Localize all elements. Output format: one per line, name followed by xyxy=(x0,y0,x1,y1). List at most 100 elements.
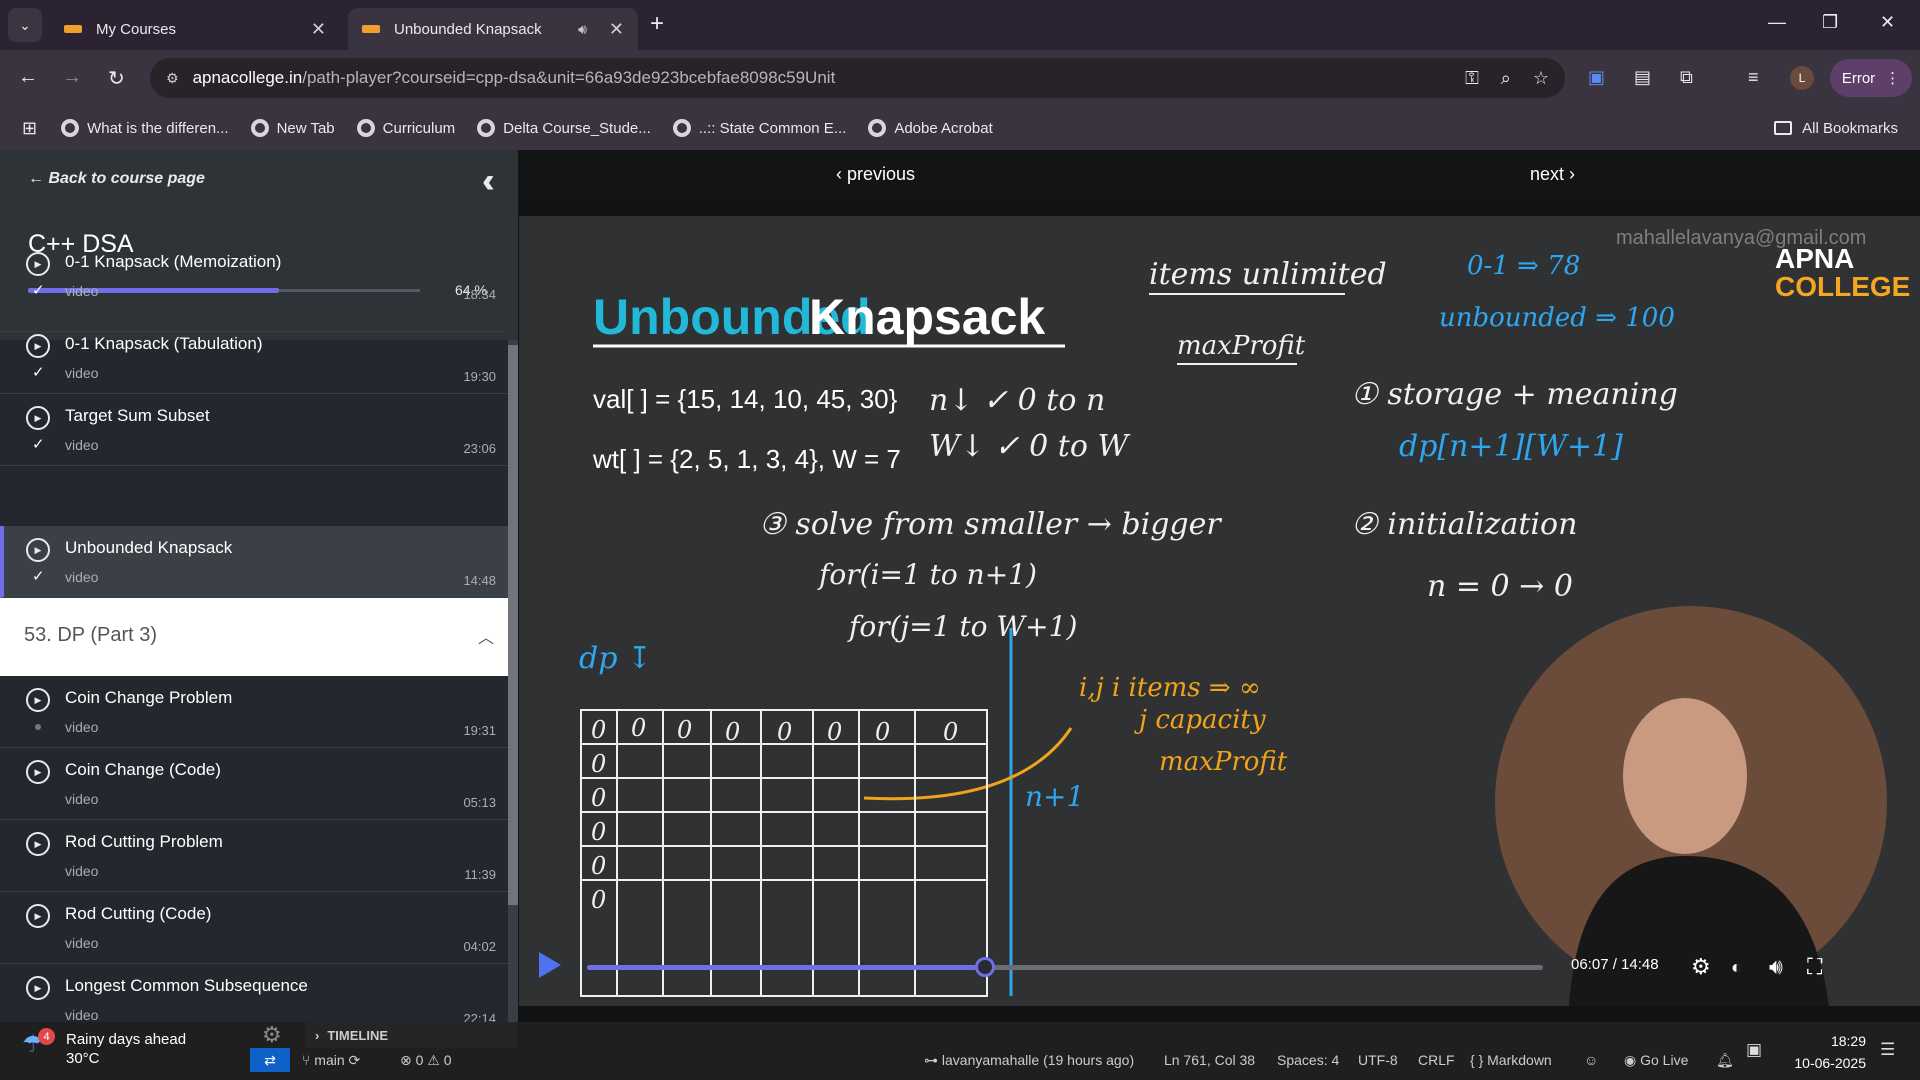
weather-widget[interactable]: ☂ 4 Rainy days ahead 30°C xyxy=(22,1028,186,1068)
svg-text:0: 0 xyxy=(943,718,958,746)
video-frame[interactable]: Unbounded Knapsack val[ ] = {15, 14, 10,… xyxy=(519,216,1920,1006)
error-button[interactable]: Error ⋮ xyxy=(1830,59,1912,97)
back-arrow-icon[interactable]: ← xyxy=(18,66,38,89)
lesson-duration: 23:06 xyxy=(463,441,496,456)
note-step1: ① storage + meaning xyxy=(1351,377,1678,412)
seek-knob[interactable] xyxy=(974,957,995,977)
gear-icon[interactable]: ⚙ xyxy=(262,1022,282,1048)
apna-college-favicon-icon xyxy=(362,25,380,33)
notification-center-icon[interactable]: ☰ xyxy=(1880,1040,1895,1060)
close-tab-icon[interactable]: ✕ xyxy=(609,19,624,40)
lesson-item[interactable]: ▶ Rod Cutting Problem video 11:39 xyxy=(0,820,508,892)
note-n-check: n↓ ✓ 0 to n xyxy=(929,383,1105,418)
indent-spaces[interactable]: Spaces: 4 xyxy=(1277,1052,1339,1068)
previous-lesson-link[interactable]: ‹ previous xyxy=(836,164,915,185)
seek-bar[interactable] xyxy=(587,957,1543,977)
section-header[interactable]: 53. DP (Part 3) ︿ xyxy=(0,598,508,676)
tray-app-icon[interactable]: ▣ xyxy=(1746,1040,1762,1060)
extensions-puzzle-icon[interactable]: ⧉ xyxy=(1680,67,1693,88)
lesson-duration: 04:02 xyxy=(463,939,496,954)
fullscreen-icon[interactable]: ⛶ xyxy=(1807,954,1822,980)
close-window-icon[interactable]: ✕ xyxy=(1880,12,1895,33)
kebab-menu-icon: ⋮ xyxy=(1885,70,1901,87)
lesson-item[interactable]: ▶ Rod Cutting (Code) video 04:02 xyxy=(0,892,508,964)
extension-docs-icon[interactable]: ▣ xyxy=(1588,67,1605,88)
line-ending[interactable]: CRLF xyxy=(1418,1052,1455,1068)
arrow-left-icon: ← xyxy=(28,170,49,187)
weather-badge: 4 xyxy=(38,1028,55,1045)
sync-icon: ⟳ xyxy=(348,1052,361,1068)
lesson-duration: 19:31 xyxy=(463,723,496,738)
cursor-position[interactable]: Ln 761, Col 38 xyxy=(1164,1052,1255,1068)
lesson-item-active[interactable]: ▶ Unbounded Knapsack ✓ video 14:48 xyxy=(0,526,508,598)
lesson-item[interactable]: ▶ Target Sum Subset ✓ video 23:06 xyxy=(0,394,508,466)
forward-arrow-icon[interactable]: → xyxy=(62,66,82,89)
bookmark-item[interactable]: Curriculum xyxy=(356,119,455,137)
language-mode[interactable]: { } Markdown xyxy=(1470,1052,1552,1068)
volume-icon[interactable]: 🔊︎ xyxy=(1769,954,1783,980)
bell-icon[interactable]: 🔔︎ xyxy=(1716,1052,1734,1069)
sidebar-scrollbar-thumb[interactable] xyxy=(508,345,518,905)
tab-my-courses[interactable]: My Courses ✕ xyxy=(50,8,340,50)
file-encoding[interactable]: UTF-8 xyxy=(1358,1052,1398,1068)
lesson-nav-bar: ‹ previous next › xyxy=(518,150,1920,200)
system-clock[interactable]: 18:29 10-06-2025 xyxy=(1786,1030,1866,1074)
bookmark-item[interactable]: Delta Course_Stude... xyxy=(477,119,651,137)
zoom-icon[interactable]: ⌕ xyxy=(1501,68,1511,89)
settings-gear-icon[interactable]: ⚙ xyxy=(1691,954,1711,980)
speaker-icon[interactable]: 🔊︎ xyxy=(578,21,587,38)
close-tab-icon[interactable]: ✕ xyxy=(311,19,326,40)
remote-connection-icon[interactable]: ⇄ xyxy=(250,1048,290,1072)
profile-avatar[interactable]: L xyxy=(1790,66,1814,90)
timeline-panel[interactable]: › TIMELINE xyxy=(305,1022,517,1048)
globe-icon xyxy=(61,119,80,137)
apps-grid-icon[interactable]: ⊞ xyxy=(22,118,37,139)
restore-icon[interactable]: ❐ xyxy=(1822,12,1838,33)
lesson-duration: 19:30 xyxy=(463,369,496,384)
course-sidebar: ← Back to course page ‹‹ C++ DSA 64 % ▶ … xyxy=(0,150,518,1022)
branch-icon: ⑂ xyxy=(302,1052,315,1068)
lesson-item[interactable]: ▶ 0-1 Knapsack (Tabulation) ✓ video 19:3… xyxy=(0,322,508,394)
bookmark-item[interactable]: New Tab xyxy=(250,119,335,137)
lesson-type: video xyxy=(65,437,99,453)
tab-search-button[interactable]: ⌄ xyxy=(8,8,42,42)
note-step2: ② initialization xyxy=(1351,507,1577,542)
minimize-icon[interactable]: — xyxy=(1768,12,1786,33)
lesson-item[interactable]: ▶ Coin Change Problem video 19:31 xyxy=(0,676,508,748)
check-icon: ✓ xyxy=(32,282,45,299)
lesson-item[interactable]: ▶ Longest Common Subsequence video 22:14 xyxy=(0,964,508,1022)
bookmark-item[interactable]: What is the differen... xyxy=(61,119,229,137)
bookmark-item[interactable]: Adobe Acrobat xyxy=(868,119,993,137)
lesson-item[interactable]: ▶ Coin Change (Code) video 05:13 xyxy=(0,748,508,820)
svg-text:0: 0 xyxy=(725,718,740,746)
note-items-unlimited: items unlimited xyxy=(1149,257,1387,292)
collapse-sidebar-icon[interactable]: ‹‹ xyxy=(482,162,494,201)
site-settings-icon[interactable]: ⚙ xyxy=(166,70,179,87)
git-blame[interactable]: ⊶ lavanyamahalle (19 hours ago) xyxy=(924,1052,1134,1069)
next-lesson-link[interactable]: next › xyxy=(1530,164,1575,185)
git-branch[interactable]: ⑂ main ⟳ xyxy=(302,1052,360,1069)
back-to-course-link[interactable]: ← Back to course page xyxy=(28,170,205,188)
play-icon[interactable] xyxy=(539,952,561,978)
reload-icon[interactable]: ↻ xyxy=(108,66,125,91)
toggle-icon[interactable]: ◐ xyxy=(1731,957,1742,978)
address-bar[interactable]: ⚙ apnacollege.in/path-player?courseid=cp… xyxy=(150,58,1565,98)
problems-count[interactable]: ⊗ 0 ⚠ 0 xyxy=(400,1052,452,1069)
tab-unbounded-knapsack[interactable]: Unbounded Knapsack 🔊︎ ✕ xyxy=(348,8,638,50)
all-bookmarks-button[interactable]: All Bookmarks xyxy=(1774,120,1898,137)
git-commit-icon: ⊶ xyxy=(924,1052,942,1068)
new-tab-button[interactable]: + xyxy=(650,10,664,38)
go-live-button[interactable]: ◉ Go Live xyxy=(1624,1052,1688,1069)
svg-text:0: 0 xyxy=(677,716,692,744)
note-zero-one: 0-1 ⇒ 78 xyxy=(1467,251,1580,281)
copilot-icon[interactable]: ☺ xyxy=(1584,1052,1598,1068)
bookmark-star-icon[interactable]: ☆ xyxy=(1533,68,1549,89)
bookmark-item[interactable]: ..:: State Common E... xyxy=(672,119,846,137)
lesson-duration: 18:34 xyxy=(463,287,496,302)
media-controls-icon[interactable]: ≡ xyxy=(1748,67,1759,88)
extension-tabs-icon[interactable]: ▤ xyxy=(1634,67,1651,88)
svg-text:0: 0 xyxy=(591,784,606,812)
play-circle-icon: ▶ xyxy=(26,904,50,928)
password-key-icon[interactable]: ⚿ xyxy=(1465,68,1479,89)
tab-title: My Courses xyxy=(96,20,177,38)
